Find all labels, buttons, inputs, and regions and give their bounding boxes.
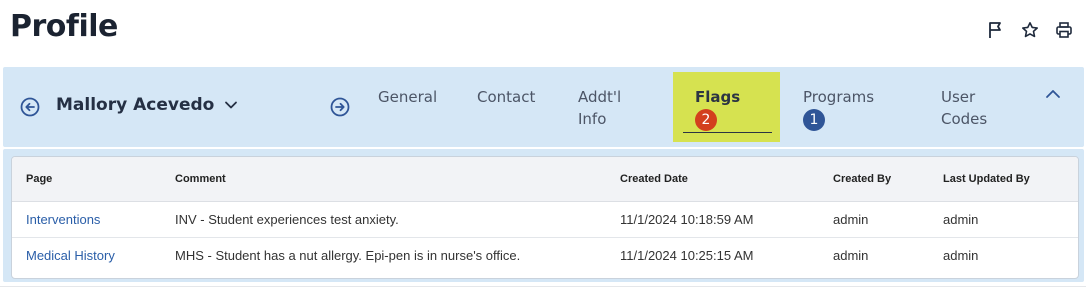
tab-label: Addt'l Info xyxy=(578,88,622,128)
table-header-row: Page Comment Created Date Created By Las… xyxy=(12,157,1078,202)
last-updated-by-cell: admin xyxy=(943,248,979,263)
chevron-up-icon[interactable] xyxy=(1044,87,1064,107)
created-date-cell: 11/1/2024 10:25:15 AM xyxy=(620,248,754,263)
flags-table-card: Page Comment Created Date Created By Las… xyxy=(11,156,1079,279)
tab-label: General xyxy=(378,88,438,106)
column-header-created-by[interactable]: Created By xyxy=(819,157,929,202)
tab-general[interactable]: General xyxy=(378,72,458,142)
chevron-down-icon xyxy=(225,101,238,109)
page-link[interactable]: Interventions xyxy=(12,201,161,238)
tab-user-codes[interactable]: User Codes xyxy=(941,72,1003,142)
flags-count-badge: 2 xyxy=(695,109,717,131)
flags-table: Page Comment Created Date Created By Las… xyxy=(12,157,1078,273)
programs-count-badge: 1 xyxy=(803,109,825,131)
created-by-cell: admin xyxy=(833,248,869,263)
page-link[interactable]: Medical History xyxy=(12,238,161,274)
next-student-icon[interactable] xyxy=(329,96,353,120)
print-icon[interactable] xyxy=(1054,20,1074,40)
tab-addtl-info[interactable]: Addt'l Info xyxy=(578,72,640,142)
last-updated-by-cell: admin xyxy=(929,201,1078,238)
flags-panel: Page Comment Created Date Created By Las… xyxy=(3,149,1084,282)
tab-contact[interactable]: Contact xyxy=(477,72,557,142)
page-actions xyxy=(986,20,1074,40)
flag-icon[interactable] xyxy=(986,20,1006,40)
active-tab-indicator xyxy=(683,132,772,133)
student-selector[interactable]: Mallory Acevedo xyxy=(56,95,238,115)
comment-cell: MHS - Student has a nut allergy. Epi-pen… xyxy=(175,248,521,263)
tab-flags[interactable]: Flags 2 xyxy=(673,72,780,142)
student-name: Mallory Acevedo xyxy=(56,95,215,115)
star-icon[interactable] xyxy=(1020,20,1040,40)
previous-student-icon[interactable] xyxy=(19,96,43,120)
tab-programs[interactable]: Programs 1 xyxy=(803,72,903,142)
table-row: Interventions INV - Student experiences … xyxy=(12,201,1078,238)
table-row: Medical History MHS - Student has a nut … xyxy=(12,238,1078,274)
column-header-last-updated-by[interactable]: Last Updated By xyxy=(929,157,1078,202)
divider xyxy=(0,286,1086,287)
column-header-created-date[interactable]: Created Date xyxy=(606,157,819,202)
comment-cell: INV - Student experiences test anxiety. xyxy=(161,201,606,238)
tab-label: Contact xyxy=(477,88,536,106)
student-banner: Mallory Acevedo General Contact Addt'l I… xyxy=(3,67,1084,147)
column-header-page[interactable]: Page xyxy=(12,157,161,202)
column-header-comment[interactable]: Comment xyxy=(161,157,606,202)
created-by-cell: admin xyxy=(819,201,929,238)
tab-label: Flags xyxy=(695,88,741,106)
page-title: Profile xyxy=(10,9,118,44)
tab-label: Programs xyxy=(803,88,875,106)
created-date-cell: 11/1/2024 10:18:59 AM xyxy=(606,201,819,238)
tab-label: User Codes xyxy=(941,88,988,128)
